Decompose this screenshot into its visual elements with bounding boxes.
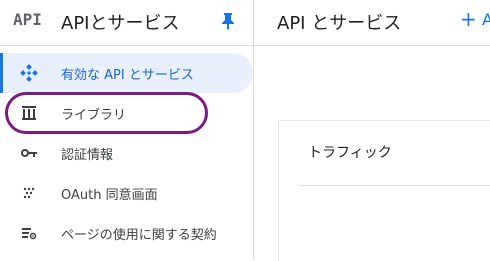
sidebar: API APIとサービス 有効な API とサービス ライブラリ 認証情報 OA… [0,0,253,260]
page-title: API とサービス [277,13,402,34]
card-divider [299,185,490,186]
oauth-consent-icon [23,187,35,199]
sidebar-item-label: 認証情報 [61,148,114,163]
api-logo: API [13,10,42,29]
sidebar-item-label: ページの使用に関する契約 [61,228,217,243]
sidebar-item-label: 有効な API とサービス [61,68,194,83]
main-header: API とサービス + A [254,0,490,45]
sidebar-item-enabled-apis[interactable]: 有効な API とサービス [0,53,253,93]
key-icon [21,149,37,157]
settings-list-icon [22,228,37,240]
plus-icon[interactable]: + [460,7,477,31]
sidebar-item-oauth-consent[interactable]: OAuth 同意画面 [0,173,253,213]
sidebar-item-credentials[interactable]: 認証情報 [0,133,253,173]
main-header-divider [254,45,490,46]
enabled-apis-icon [20,64,38,82]
sidebar-header-divider [0,45,253,46]
sidebar-item-label: ライブラリ [61,108,127,123]
pin-icon[interactable] [220,12,236,30]
traffic-card: トラフィック [278,120,490,261]
traffic-card-title: トラフィック [308,145,392,161]
sidebar-header: API APIとサービス [0,0,253,45]
sidebar-item-label: OAuth 同意画面 [61,188,158,203]
sidebar-item-library[interactable]: ライブラリ [0,93,253,133]
enable-apis-button[interactable]: A [482,10,490,29]
library-icon [22,106,36,120]
sidebar-item-page-usage-agreements[interactable]: ページの使用に関する契約 [0,213,253,253]
sidebar-title: APIとサービス [61,13,180,34]
